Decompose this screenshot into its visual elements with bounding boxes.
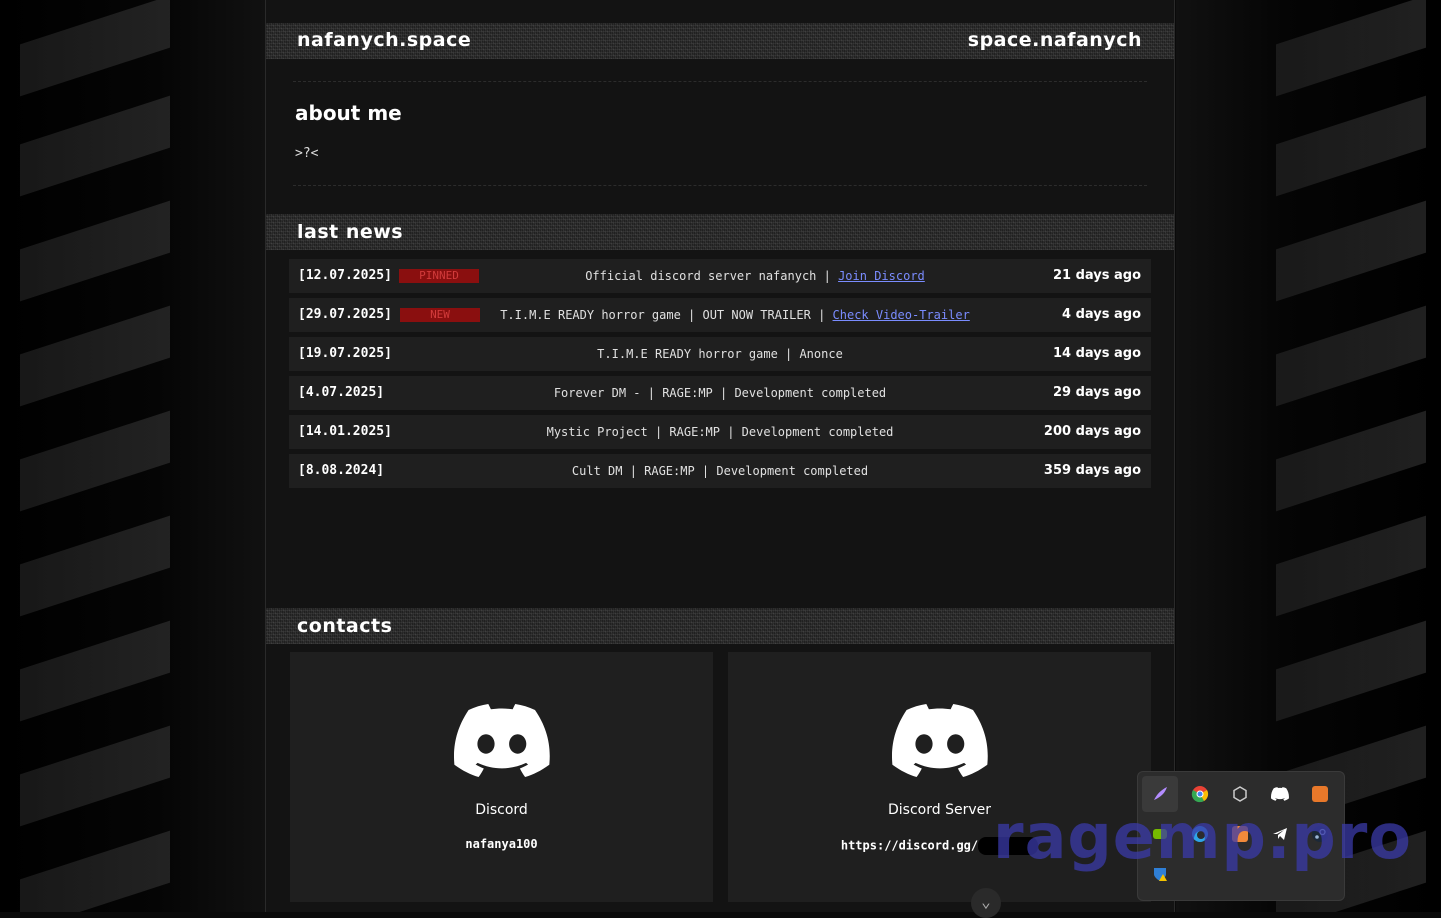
pinned-badge: PINNED	[399, 269, 479, 283]
news-text: Mystic Project | RAGE:MP | Development c…	[546, 425, 894, 439]
news-row: [14.01.2025] Mystic Project | RAGE:MP | …	[289, 415, 1151, 449]
news-ago: 359 days ago	[1043, 463, 1141, 478]
main-page: nafanych.space space.nafanych about me >…	[265, 0, 1175, 918]
news-row: [8.08.2024] Cult DM | RAGE:MP | Developm…	[289, 454, 1151, 488]
news-row: [19.07.2025] T.I.M.E READY horror game |…	[289, 337, 1151, 371]
new-badge: NEW	[400, 308, 480, 322]
header-bar: nafanych.space space.nafanych	[266, 23, 1174, 59]
divider	[293, 81, 1147, 82]
contacts-title: contacts	[297, 615, 393, 637]
discord-icon	[891, 704, 988, 777]
contacts-header-bar: contacts	[266, 608, 1174, 644]
site-title-right[interactable]: space.nafanych	[968, 29, 1142, 51]
news-date: [12.07.2025]	[298, 268, 392, 283]
discord-icon	[453, 704, 550, 777]
news-date: [19.07.2025]	[298, 346, 392, 361]
news-ago: 29 days ago	[1052, 385, 1141, 400]
news-date: [29.07.2025]	[298, 307, 392, 322]
news-ago: 200 days ago	[1043, 424, 1141, 439]
news-title: last news	[297, 221, 404, 243]
news-text: T.I.M.E READY horror game | Anonce	[597, 347, 843, 361]
news-ago: 14 days ago	[1052, 346, 1141, 361]
news-text: Cult DM | RAGE:MP | Development complete…	[571, 464, 869, 478]
news-row: [29.07.2025] NEW T.I.M.E READY horror ga…	[289, 298, 1151, 332]
check-video-trailer-link[interactable]: Check Video-Trailer	[833, 308, 970, 322]
news-text: Official discord server nafanych | Join …	[585, 269, 925, 283]
about-title: about me	[295, 101, 402, 125]
news-text: T.I.M.E READY horror game | OUT NOW TRAI…	[500, 308, 970, 322]
watermark: ragemp.pro	[993, 800, 1412, 873]
news-ago: 21 days ago	[1052, 268, 1141, 283]
background-left	[0, 0, 265, 912]
discord-username[interactable]: nafanya100	[290, 837, 713, 851]
news-row: [12.07.2025] PINNED Official discord ser…	[289, 259, 1151, 293]
divider	[293, 185, 1147, 186]
scroll-down-button[interactable]: ⌄	[971, 888, 1001, 918]
news-row: [4.07.2025] Forever DM - | RAGE:MP | Dev…	[289, 376, 1151, 410]
chevron-down-icon: ⌄	[981, 892, 991, 911]
news-header-bar: last news	[266, 214, 1174, 250]
news-ago: 4 days ago	[1062, 307, 1141, 322]
card-title: Discord	[475, 802, 528, 818]
news-date: [4.07.2025]	[298, 385, 385, 400]
news-date: [8.08.2024]	[298, 463, 385, 478]
news-date: [14.01.2025]	[298, 424, 392, 439]
discord-card[interactable]: Discord nafanya100	[290, 652, 713, 902]
news-text: Forever DM - | RAGE:MP | Development com…	[553, 386, 887, 400]
join-discord-link[interactable]: Join Discord	[838, 269, 925, 283]
site-title-left[interactable]: nafanych.space	[297, 29, 471, 51]
about-text: >?<	[295, 146, 319, 161]
